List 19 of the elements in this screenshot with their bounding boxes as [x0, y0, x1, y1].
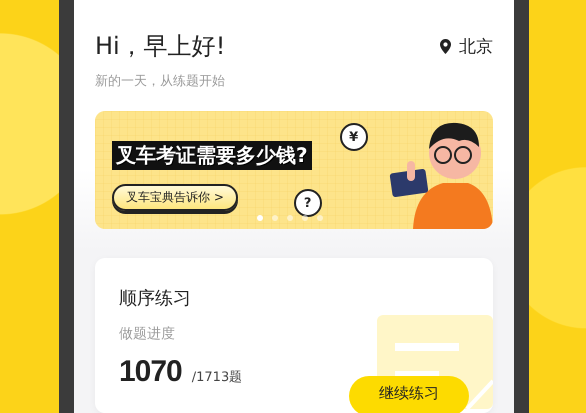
banner-headline: 叉车考证需要多少钱? — [112, 141, 312, 170]
progress-label: 做题进度 — [119, 325, 176, 343]
location-pin-icon — [440, 38, 451, 54]
carousel-dot[interactable] — [257, 215, 263, 221]
carousel-dot[interactable] — [287, 215, 293, 221]
continue-button[interactable]: 继续练习 — [349, 376, 469, 413]
speech-bubble: ¥ — [340, 123, 368, 151]
subtitle: 新的一天，从练题开始 — [95, 73, 226, 90]
speech-bubble: ? — [294, 189, 322, 217]
carousel-dot[interactable] — [302, 215, 308, 221]
total-count: /1713题 — [192, 369, 242, 386]
card-title: 顺序练习 — [119, 287, 192, 310]
greeting-title: Hi，早上好! — [95, 31, 226, 62]
location-link[interactable]: 北京 — [459, 34, 493, 58]
carousel-dot[interactable] — [317, 215, 323, 221]
carousel-dot[interactable] — [272, 215, 278, 221]
banner-cta-button[interactable]: 叉车宝典告诉你 > — [112, 184, 238, 211]
done-count: 1070 — [119, 355, 182, 389]
promo-banner[interactable]: 叉车考证需要多少钱? 叉车宝典告诉你 > ¥ ? — [95, 111, 493, 229]
